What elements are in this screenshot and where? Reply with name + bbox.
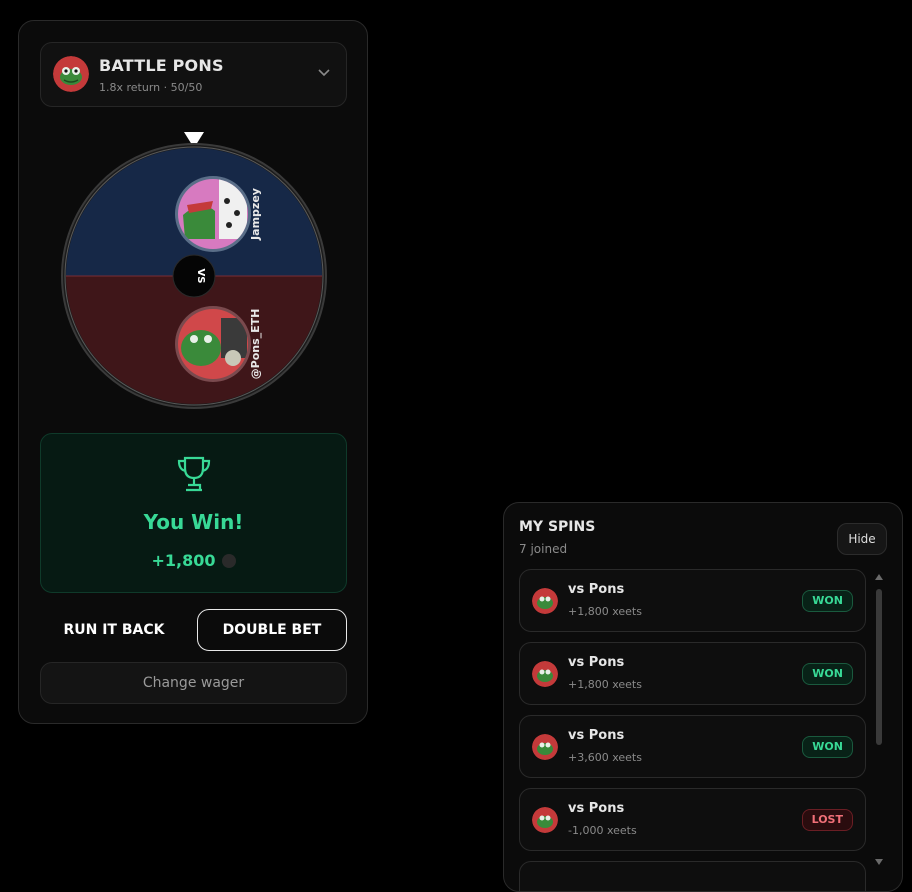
coin-icon <box>221 554 236 568</box>
scrollbar[interactable] <box>874 573 884 873</box>
spin-amount: -1,000 xeets <box>568 824 637 837</box>
frog-avatar-icon <box>532 661 558 687</box>
frog-avatar-icon <box>532 734 558 760</box>
spin-opponent: vs Pons <box>568 655 625 670</box>
change-wager-button[interactable]: Change wager <box>40 662 347 704</box>
my-spins-panel: MY SPINS 7 joined Hide vs Pons +1,800 xe… <box>503 502 903 892</box>
trophy-icon <box>177 456 211 492</box>
frog-avatar-icon <box>532 807 558 833</box>
hide-button[interactable]: Hide <box>837 523 887 555</box>
game-selector[interactable]: BATTLE PONS 1.8x return · 50/50 <box>40 42 347 107</box>
chevron-down-icon[interactable] <box>316 67 332 79</box>
spin-list-item[interactable]: vs Pons -1,000 xeets LOST <box>519 788 866 851</box>
spin-opponent: vs Pons <box>568 801 625 816</box>
spin-opponent: vs Pons <box>568 728 625 743</box>
frog-avatar-icon <box>53 56 89 92</box>
scroll-down-icon[interactable] <box>874 858 884 866</box>
top-player-name: Jampzey <box>249 188 262 241</box>
game-subtitle: 1.8x return · 50/50 <box>99 81 203 94</box>
game-title: BATTLE PONS <box>99 56 224 75</box>
spin-amount: +1,800 xeets <box>568 678 642 691</box>
win-result-panel: You Win! +1,800 <box>40 433 347 593</box>
status-badge: LOST <box>801 809 853 831</box>
spins-title: MY SPINS <box>519 519 596 535</box>
run-it-back-button[interactable]: RUN IT BACK <box>40 609 188 651</box>
result-amount: +1,800 <box>41 551 346 570</box>
scrollbar-thumb[interactable] <box>876 589 882 745</box>
spin-list-item[interactable] <box>519 861 866 891</box>
result-title: You Win! <box>143 510 244 534</box>
frog-avatar-icon <box>532 588 558 614</box>
status-badge: WON <box>802 736 853 758</box>
spin-amount: +3,600 xeets <box>568 751 642 764</box>
spin-amount: +1,800 xeets <box>568 605 642 618</box>
wheel-graphic: Jampzey @Pons_ETH VS <box>61 143 327 409</box>
spin-opponent: vs Pons <box>568 582 625 597</box>
vs-badge <box>172 254 216 298</box>
vs-label: VS <box>195 269 206 284</box>
spin-list-item[interactable]: vs Pons +1,800 xeets WON <box>519 642 866 705</box>
spin-list-item[interactable]: vs Pons +3,600 xeets WON <box>519 715 866 778</box>
spins-joined-count: 7 joined <box>519 542 568 556</box>
scroll-up-icon[interactable] <box>874 573 884 581</box>
spin-list: vs Pons +1,800 xeets WON vs Pons +1,800 … <box>519 569 868 891</box>
double-bet-button[interactable]: DOUBLE BET <box>197 609 347 651</box>
status-badge: WON <box>802 663 853 685</box>
spin-wheel: Jampzey @Pons_ETH VS <box>61 131 327 421</box>
status-badge: WON <box>802 590 853 612</box>
bottom-player-name: @Pons_ETH <box>249 309 262 380</box>
result-amount-value: +1,800 <box>151 551 216 570</box>
battle-card: BATTLE PONS 1.8x return · 50/50 Jampzey … <box>18 20 368 724</box>
spin-list-item[interactable]: vs Pons +1,800 xeets WON <box>519 569 866 632</box>
